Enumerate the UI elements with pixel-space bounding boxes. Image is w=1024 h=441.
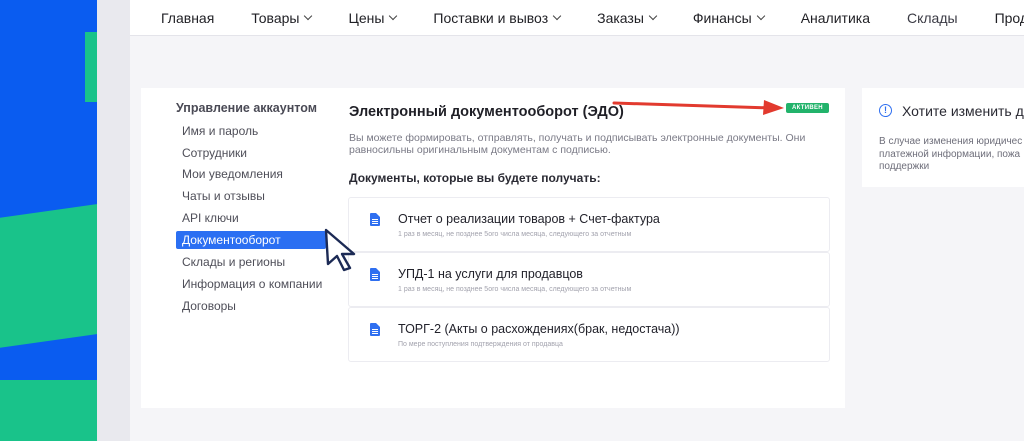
document-name: Отчет о реализации товаров + Счет-фактур…	[398, 212, 660, 226]
top-navigation: Главная Товары Цены Поставки и вывоз Зак…	[130, 0, 1024, 36]
nav-item-orders[interactable]: Заказы	[597, 10, 658, 26]
backdrop-shape	[0, 380, 100, 441]
sidebar-item-contracts[interactable]: Договоры	[176, 297, 326, 315]
nav-item-home[interactable]: Главная	[161, 10, 214, 26]
section-description: Вы можете формировать, отправлять, получ…	[349, 132, 806, 156]
documents-heading: Документы, которые вы будете получать:	[349, 171, 601, 185]
sidebar-item-chats-reviews[interactable]: Чаты и отзывы	[176, 187, 326, 205]
nav-item-prices[interactable]: Цены	[348, 10, 398, 26]
chevron-down-icon	[389, 11, 398, 21]
sidebar-item-api-keys[interactable]: API ключи	[176, 209, 326, 227]
document-icon	[370, 213, 380, 226]
document-icon	[370, 268, 380, 281]
mouse-cursor-icon	[324, 228, 356, 272]
document-schedule: 1 раз в месяц, не позднее 5ого числа мес…	[398, 286, 632, 293]
info-title: Хотите изменить д	[902, 103, 1024, 119]
nav-item-sales[interactable]: Прод	[995, 10, 1024, 26]
status-badge: АКТИВЕН	[786, 103, 829, 113]
document-card[interactable]: ТОРГ-2 (Акты о расхождениях(брак, недост…	[348, 307, 830, 362]
sidebar-item-document-flow[interactable]: Документооборот	[176, 231, 326, 249]
info-text: В случае изменения юридичес платежной ин…	[879, 136, 1023, 172]
sidebar-item-name-password[interactable]: Имя и пароль	[176, 122, 326, 140]
nav-item-products[interactable]: Товары	[251, 10, 313, 26]
document-name: УПД-1 на услуги для продавцов	[398, 267, 583, 281]
document-schedule: 1 раз в месяц, не позднее 5ого числа мес…	[398, 231, 632, 238]
info-icon: !	[879, 104, 892, 117]
nav-item-supplies[interactable]: Поставки и вывоз	[433, 10, 562, 26]
chevron-down-icon	[552, 11, 562, 21]
document-name: ТОРГ-2 (Акты о расхождениях(брак, недост…	[398, 322, 680, 336]
document-card[interactable]: УПД-1 на услуги для продавцов 1 раз в ме…	[348, 252, 830, 307]
backdrop-shape	[0, 202, 110, 348]
screen-edge	[97, 0, 130, 441]
nav-item-warehouses[interactable]: Склады	[907, 10, 958, 26]
red-arrow-icon	[612, 100, 784, 115]
nav-item-finance[interactable]: Финансы	[693, 10, 765, 26]
sidebar-item-notifications[interactable]: Мои уведомления	[176, 165, 326, 183]
page-title: Электронный документооборот (ЭДО)	[349, 104, 624, 120]
sidebar-item-company-info[interactable]: Информация о компании	[176, 275, 326, 293]
sidebar-title: Управление аккаунтом	[176, 101, 317, 115]
info-card: ! Хотите изменить д В случае изменения ю…	[862, 88, 1024, 187]
chevron-down-icon	[648, 11, 658, 21]
chevron-down-icon	[304, 11, 313, 21]
sidebar-item-employees[interactable]: Сотрудники	[176, 144, 326, 162]
document-schedule: По мере поступления подтверждения от про…	[398, 341, 563, 348]
nav-item-analytics[interactable]: Аналитика	[801, 10, 870, 26]
document-card[interactable]: Отчет о реализации товаров + Счет-фактур…	[348, 197, 830, 252]
document-icon	[370, 323, 380, 336]
sidebar-item-warehouses-regions[interactable]: Склады и регионы	[176, 253, 326, 271]
chevron-down-icon	[756, 11, 765, 21]
